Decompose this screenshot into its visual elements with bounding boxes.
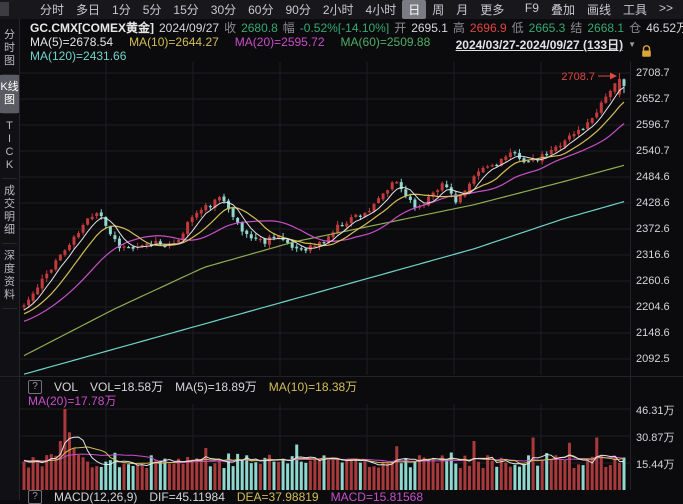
price-axis-label: 2652.7 xyxy=(636,93,670,105)
symbol-label: GC.CMX[COMEX黄金] xyxy=(30,21,154,34)
date-range-selector[interactable]: 2024/03/27-2024/09/27 (133日) ▼ xyxy=(456,36,641,53)
price-axis-label: 2316.6 xyxy=(636,249,670,261)
period-button-分时[interactable]: 分时 xyxy=(34,0,70,19)
macd-value: DIF=45.11984 xyxy=(149,490,225,504)
volume-chart-canvas[interactable] xyxy=(20,404,630,490)
vol-ma-value: MA(5)=18.89万 xyxy=(175,378,257,395)
period-button-4小时[interactable]: 4小时 xyxy=(360,0,403,19)
price-axis-label: 2148.6 xyxy=(636,327,670,339)
sidebar-item-深度资料[interactable]: 深度资料 xyxy=(0,244,19,308)
quote-date: 2024/09/27 xyxy=(159,21,219,34)
quote-field-label: 收 xyxy=(224,21,236,34)
period-button-周[interactable]: 周 xyxy=(426,0,450,19)
sidebar-item-K线图[interactable]: K线图 xyxy=(0,75,19,113)
toolbar-action-画线[interactable]: 画线 xyxy=(581,0,617,19)
macd-header: ? MACD(12,26,9) DIF=45.11984 DEA=37.98819 MA… xyxy=(28,490,435,504)
quote-field-value: 2696.9 xyxy=(470,21,507,34)
quote-field-label: 高 xyxy=(453,21,465,34)
toolbar-action-group: F9叠加画线工具>> xyxy=(519,0,683,19)
quote-field-label: 仓 xyxy=(629,21,641,34)
quote-field-label: 开 xyxy=(394,21,406,34)
price-axis-label: 2260.6 xyxy=(636,275,670,287)
price-axis-label: 2428.6 xyxy=(636,197,670,209)
toolbar-action-叠加[interactable]: 叠加 xyxy=(545,0,581,19)
left-view-tabs: 分时图K线图T I C K成交明细深度资料 xyxy=(0,19,20,500)
quote-field-label: 结 xyxy=(570,21,582,34)
price-axis-label: 2372.6 xyxy=(636,223,670,235)
ma-value: MA(20)=2595.72 xyxy=(235,35,325,49)
period-button-月[interactable]: 月 xyxy=(450,0,474,19)
period-button-15分[interactable]: 15分 xyxy=(167,0,204,19)
price-axis-label: 2484.6 xyxy=(636,171,670,183)
macd-value: MACD=15.81568 xyxy=(331,490,423,504)
macd-value: DEA=37.98819 xyxy=(237,490,319,504)
main-chart-canvas[interactable]: 2708.7 xyxy=(20,62,630,375)
chevron-down-icon[interactable]: ▼ xyxy=(628,40,636,49)
price-axis-label: 2708.7 xyxy=(636,67,670,79)
price-axis-label: 2596.7 xyxy=(636,119,670,131)
price-axis-label: 2540.7 xyxy=(636,145,670,157)
vol-ma-value: MA(10)=18.38万 xyxy=(269,378,357,395)
ma-value: MA(10)=2644.27 xyxy=(129,35,219,49)
quote-field-value: 2695.1 xyxy=(411,21,448,34)
period-button-2小时[interactable]: 2小时 xyxy=(317,0,360,19)
toolbar-action-F9[interactable]: F9 xyxy=(519,0,545,19)
period-button-90分[interactable]: 90分 xyxy=(279,0,316,19)
help-icon[interactable]: ? xyxy=(28,490,42,504)
trading-app-window: { "palette":{ "green":"#35a873","red":"#… xyxy=(0,0,683,500)
pane-divider xyxy=(0,376,683,377)
quote-field-label: 低 xyxy=(512,21,524,34)
period-button-5分[interactable]: 5分 xyxy=(137,0,168,19)
ma-value: MA(5)=2678.54 xyxy=(30,35,113,49)
period-button-30分[interactable]: 30分 xyxy=(205,0,242,19)
quote-field-value: 46.52万 xyxy=(646,21,683,34)
top-toolbar: 分时多日1分5分15分30分60分90分2小时4小时日周月更多 F9叠加画线工具… xyxy=(0,0,683,19)
quote-field-value: 2680.8 xyxy=(241,21,278,34)
quote-field-value: 2665.3 xyxy=(529,21,566,34)
ma-indicator-row-2: MA(120)=2431.66 xyxy=(30,49,142,62)
quote-bar: GC.CMX[COMEX黄金] 2024/09/27 收 2680.8 幅 -0.52%[… xyxy=(30,19,683,34)
sidebar-item-成交明细[interactable]: 成交明细 xyxy=(0,179,19,243)
ma-indicator-row: MA(5)=2678.54 MA(10)=2644.27 MA(20)=2595.7… xyxy=(30,35,446,48)
volume-axis-label: 15.44万 xyxy=(636,456,675,472)
ma-value: MA(60)=2509.88 xyxy=(341,35,431,49)
toolbar-action->>[interactable]: >> xyxy=(653,0,679,19)
ma120-value: MA(120)=2431.66 xyxy=(30,49,126,63)
quote-field-label: 幅 xyxy=(283,21,295,34)
price-axis-label: 2092.5 xyxy=(636,353,670,365)
toolbar-action-工具[interactable]: 工具 xyxy=(617,0,653,19)
period-button-多日[interactable]: 多日 xyxy=(70,0,106,19)
price-axis-label: 2204.6 xyxy=(636,301,670,313)
volume-axis-label: 46.31万 xyxy=(636,402,675,418)
macd-value: MACD(12,26,9) xyxy=(54,490,137,504)
period-button-更多[interactable]: 更多 xyxy=(474,0,510,19)
sidebar-divider xyxy=(2,308,17,309)
period-button-1分[interactable]: 1分 xyxy=(106,0,137,19)
period-button-日[interactable]: 日 xyxy=(402,0,426,19)
date-range-label: 2024/03/27-2024/09/27 (133日) xyxy=(456,36,623,53)
sidebar-item-分时图[interactable]: 分时图 xyxy=(0,23,19,74)
axis-divider xyxy=(630,62,631,490)
period-button-60分[interactable]: 60分 xyxy=(242,0,279,19)
quote-field-value: 2668.1 xyxy=(587,21,624,34)
period-button-group: 分时多日1分5分15分30分60分90分2小时4小时日周月更多 xyxy=(34,0,510,19)
volume-axis-label: 30.87万 xyxy=(636,429,675,445)
svg-text:2708.7: 2708.7 xyxy=(561,71,595,83)
quote-field-value: -0.52%[-14.10%] xyxy=(300,21,389,34)
sidebar-item-TICK[interactable]: T I C K xyxy=(0,114,19,178)
corner-fragment xyxy=(0,2,9,16)
